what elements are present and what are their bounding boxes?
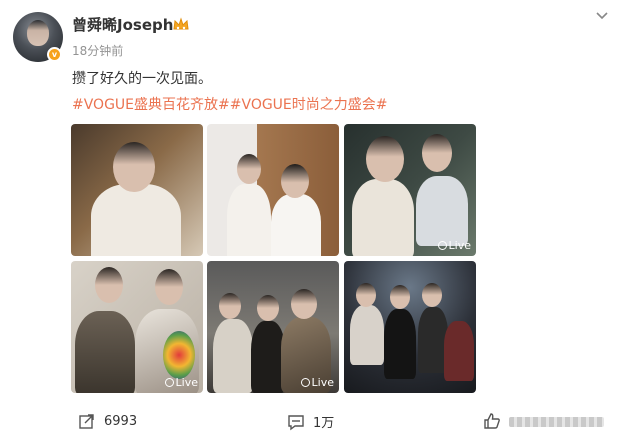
thumbs-up-icon	[484, 413, 500, 429]
live-icon	[437, 241, 447, 250]
live-badge: Live	[300, 376, 334, 389]
comment-icon	[288, 414, 304, 430]
comment-count: 1万	[313, 416, 335, 431]
photo-6[interactable]	[344, 261, 476, 393]
live-label: Live	[175, 376, 198, 389]
live-badge: Live	[437, 239, 471, 252]
share-count: 6993	[104, 413, 138, 429]
chevron-down-icon[interactable]	[594, 8, 610, 24]
post-timestamp[interactable]: 18分钟前	[72, 42, 123, 59]
verified-badge-icon: v	[47, 47, 62, 62]
blurred-like-count	[509, 417, 604, 427]
photo-2[interactable]	[207, 124, 339, 256]
live-label: Live	[311, 376, 334, 389]
live-icon	[300, 378, 310, 387]
action-bar: 6993 1万	[0, 404, 624, 436]
post-text: 攒了好久的一次见面。	[72, 71, 212, 87]
comment-button[interactable]: 1万	[287, 412, 334, 431]
photo-4[interactable]: Live	[71, 261, 203, 393]
live-badge: Live	[164, 376, 198, 389]
photo-3[interactable]: Live	[344, 124, 476, 256]
post-hashtags[interactable]: #VOGUE盛典百花齐放##VOGUE时尚之力盛会#	[72, 94, 388, 114]
username[interactable]: 曾舜晞Joseph	[72, 14, 173, 35]
live-icon	[164, 378, 174, 387]
live-label: Live	[448, 239, 471, 252]
share-button[interactable]: 6993	[78, 412, 137, 430]
crown-icon	[173, 17, 189, 30]
share-icon	[79, 414, 94, 429]
photo-5[interactable]: Live	[207, 261, 339, 393]
like-button[interactable]	[483, 412, 501, 430]
photo-1[interactable]	[71, 124, 203, 256]
